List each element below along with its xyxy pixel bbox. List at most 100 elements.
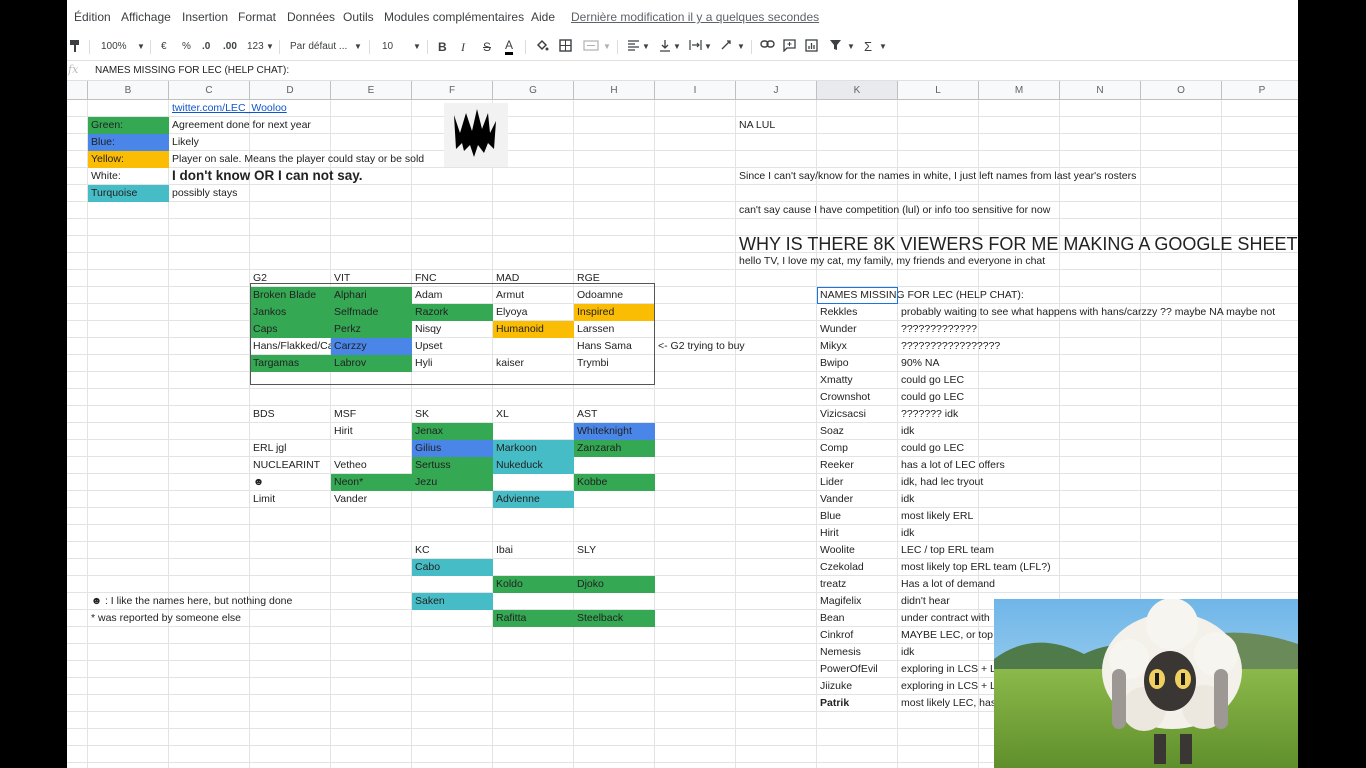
cell-d12[interactable]: Broken Blade <box>250 287 331 304</box>
align-icon[interactable] <box>627 39 640 55</box>
cell-g11[interactable]: MAD <box>493 270 519 287</box>
cell-h13[interactable]: Inspired <box>574 304 655 321</box>
currency-button[interactable]: € <box>161 39 167 55</box>
number-format-select[interactable]: 123 <box>247 39 264 55</box>
link-icon[interactable] <box>760 39 775 55</box>
function-icon[interactable]: Σ <box>864 39 872 55</box>
decrease-decimal-button[interactable]: .0 <box>202 39 210 55</box>
menu-format[interactable]: Format <box>238 10 276 24</box>
cell-l16[interactable]: 90% NA <box>898 355 940 372</box>
cell-g12[interactable]: Armut <box>493 287 524 304</box>
cell-j7[interactable]: can't say cause I have competition (lul)… <box>736 202 1050 219</box>
cell-l19[interactable]: ??????? idk <box>898 406 958 423</box>
last-modified-link[interactable]: Dernière modification il y a quelques se… <box>571 10 819 24</box>
cell-e13[interactable]: Selfmade <box>331 304 412 321</box>
cell-h20[interactable]: Whiteknight <box>574 423 655 440</box>
cell-k26[interactable]: Hirit <box>817 525 839 542</box>
font-select[interactable]: Par défaut ... <box>290 39 347 55</box>
comment-icon[interactable] <box>783 39 796 55</box>
cell-g21[interactable]: Markoon <box>493 440 574 457</box>
cell-g24[interactable]: Advienne <box>493 491 574 508</box>
menu-outils[interactable]: Outils <box>343 10 374 24</box>
column-header-n[interactable]: N <box>1060 81 1141 100</box>
cell-e22[interactable]: Vetheo <box>331 457 367 474</box>
chevron-down-icon[interactable]: ▼ <box>137 39 145 55</box>
chevron-down-icon[interactable]: ▼ <box>879 39 887 55</box>
cell-l36[interactable]: most likely LEC, has <box>898 695 996 712</box>
cell-l22[interactable]: has a lot of LEC offers <box>898 457 1005 474</box>
menu-edition[interactable]: Édition <box>74 10 111 24</box>
cell-f16[interactable]: Hyli <box>412 355 433 372</box>
cell-e19[interactable]: MSF <box>331 406 356 423</box>
cell-e20[interactable]: Hirit <box>331 423 353 440</box>
cell-h16[interactable]: Trymbi <box>574 355 609 372</box>
cell-k25[interactable]: Blue <box>817 508 841 525</box>
menu-aide[interactable]: Aide <box>531 10 555 24</box>
fill-color-icon[interactable] <box>535 39 549 55</box>
menu-insertion[interactable]: Insertion <box>182 10 228 24</box>
cell-c3[interactable]: Likely <box>169 134 199 151</box>
cell-k15[interactable]: Mikyx <box>817 338 847 355</box>
valign-icon[interactable] <box>659 39 671 55</box>
cell-d13[interactable]: Jankos <box>250 304 331 321</box>
cell-c1[interactable]: twitter.com/LEC_Wooloo <box>169 100 287 117</box>
cell-f15[interactable]: Upset <box>412 338 442 355</box>
cell-l29[interactable]: Has a lot of demand <box>898 576 995 593</box>
chevron-down-icon[interactable]: ▼ <box>704 39 712 55</box>
cell-k19[interactable]: Vizicsacsi <box>817 406 866 423</box>
cell-l25[interactable]: most likely ERL <box>898 508 973 525</box>
text-color-button[interactable]: A <box>505 39 514 55</box>
cell-e23[interactable]: Neon* <box>331 474 412 491</box>
cell-h29[interactable]: Djoko <box>574 576 655 593</box>
cell-k31[interactable]: Bean <box>817 610 845 627</box>
cell-f30[interactable]: Saken <box>412 593 493 610</box>
cell-g27[interactable]: Ibai <box>493 542 513 559</box>
column-header-o[interactable]: O <box>1141 81 1222 100</box>
cell-d11[interactable]: G2 <box>250 270 267 287</box>
cell-e24[interactable]: Vander <box>331 491 367 508</box>
cell-l20[interactable]: idk <box>898 423 914 440</box>
cell-k28[interactable]: Czekolad <box>817 559 864 576</box>
cell-b4[interactable]: Yellow: <box>88 151 169 168</box>
chevron-down-icon[interactable]: ▼ <box>266 39 274 55</box>
cell-k14[interactable]: Wunder <box>817 321 857 338</box>
wrap-icon[interactable] <box>689 39 702 55</box>
cell-h14[interactable]: Larssen <box>574 321 614 338</box>
column-header-b[interactable]: B <box>88 81 169 100</box>
cell-k27[interactable]: Woolite <box>817 542 855 559</box>
cell-f20[interactable]: Jenax <box>412 423 493 440</box>
cell-g22[interactable]: Nukeduck <box>493 457 574 474</box>
column-header-j[interactable]: J <box>736 81 817 100</box>
cell-k23[interactable]: Lider <box>817 474 843 491</box>
cell-f23[interactable]: Jezu <box>412 474 493 491</box>
cell-k20[interactable]: Soaz <box>817 423 844 440</box>
cell-g31[interactable]: Rafitta <box>493 610 574 627</box>
cell-b5[interactable]: White: <box>88 168 121 185</box>
cell-h27[interactable]: SLY <box>574 542 596 559</box>
cell-l26[interactable]: idk <box>898 525 914 542</box>
cell-d24[interactable]: Limit <box>250 491 275 508</box>
cell-k13[interactable]: Rekkles <box>817 304 857 321</box>
cell-b30[interactable]: ☻ : I like the names here, but nothing d… <box>88 593 292 610</box>
cell-d15[interactable]: Hans/Flakked/Carzzy <box>250 338 331 355</box>
cell-l27[interactable]: LEC / top ERL team <box>898 542 994 559</box>
column-header-i[interactable]: I <box>655 81 736 100</box>
cell-l18[interactable]: could go LEC <box>898 389 964 406</box>
cell-l21[interactable]: could go LEC <box>898 440 964 457</box>
menu-modules[interactable]: Modules complémentaires <box>384 10 524 24</box>
cell-e11[interactable]: VIT <box>331 270 350 287</box>
cell-l15[interactable]: ????????????????? <box>898 338 1000 355</box>
column-header-c[interactable]: C <box>169 81 250 100</box>
cell-b3[interactable]: Blue: <box>88 134 169 151</box>
cell-b2[interactable]: Green: <box>88 117 169 134</box>
cell-f21[interactable]: Gilius <box>412 440 493 457</box>
cell-g29[interactable]: Koldo <box>493 576 574 593</box>
cell-e12[interactable]: Alphari <box>331 287 412 304</box>
cell-f13[interactable]: Razork <box>412 304 493 321</box>
column-header-l[interactable]: L <box>898 81 979 100</box>
cell-h19[interactable]: AST <box>574 406 597 423</box>
cell-l33[interactable]: idk <box>898 644 914 661</box>
cell-k34[interactable]: PowerOfEvil <box>817 661 878 678</box>
cell-k16[interactable]: Bwipo <box>817 355 849 372</box>
cell-c5[interactable]: I don't know OR I can not say. <box>169 165 362 187</box>
